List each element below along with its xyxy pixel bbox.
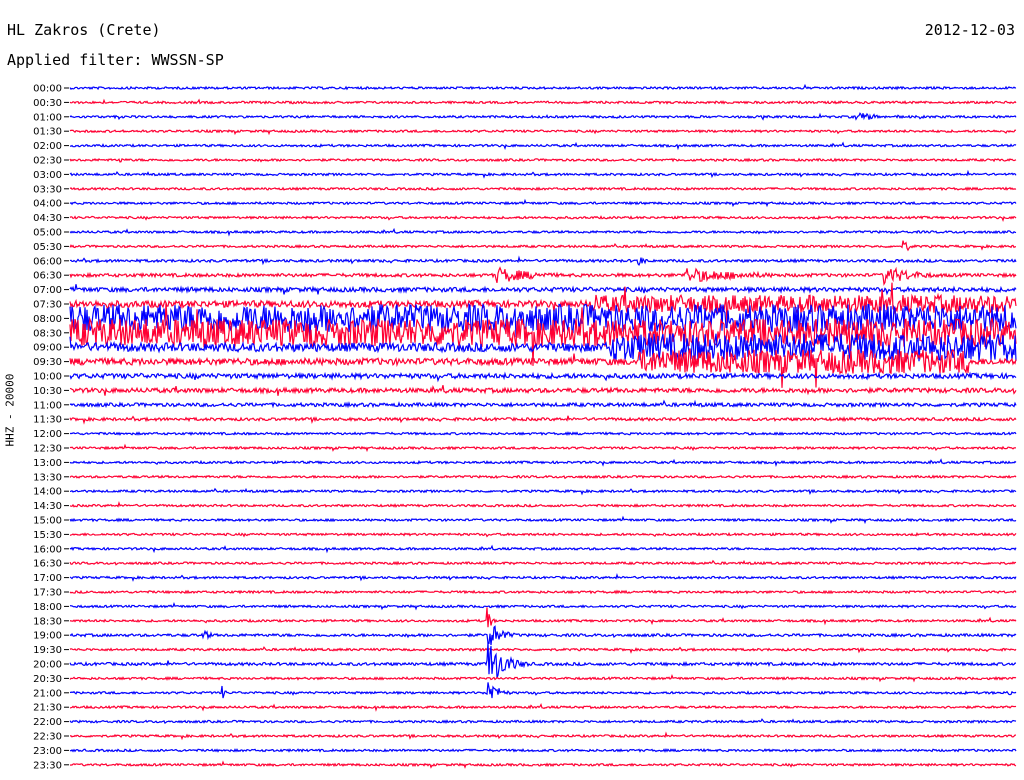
time-tick-label: 01:30 <box>33 127 62 138</box>
trace-2030 <box>69 674 1017 683</box>
trace-1800 <box>69 602 1017 611</box>
time-tick-label: 00:30 <box>33 98 62 109</box>
trace-1130 <box>69 415 1017 425</box>
time-tick-label: 02:00 <box>33 141 62 152</box>
trace-1600 <box>69 544 1017 554</box>
time-tick-label: 08:00 <box>33 314 62 325</box>
channel-axis-label-text: HHZ - 20000 <box>3 373 17 447</box>
trace-0630 <box>69 266 1017 286</box>
time-tick-label: 20:00 <box>33 660 62 671</box>
trace-1730 <box>69 589 1017 595</box>
time-tick-label: 00:00 <box>33 84 62 95</box>
time-tick-label: 06:30 <box>33 271 62 282</box>
time-tick-label: 23:30 <box>33 760 62 771</box>
trace-1300 <box>69 458 1017 468</box>
trace-1930 <box>69 646 1017 654</box>
time-tick-label: 09:30 <box>33 357 62 368</box>
time-tick-label: 14:30 <box>33 501 62 512</box>
trace-0200 <box>69 141 1017 151</box>
time-tick-label: 10:00 <box>33 372 62 383</box>
time-tick-label: 13:30 <box>33 472 62 483</box>
trace-2330 <box>69 760 1017 769</box>
trace-1500 <box>69 515 1017 525</box>
trace-0400 <box>69 198 1017 208</box>
time-tick-label: 04:00 <box>33 199 62 210</box>
trace-1430 <box>69 501 1017 508</box>
trace-0030 <box>69 98 1017 105</box>
trace-1830 <box>69 607 1017 628</box>
time-tick-label: 11:30 <box>33 415 62 426</box>
time-tick-label: 08:30 <box>33 328 62 339</box>
time-tick-label: 20:30 <box>33 674 62 685</box>
trace-1030 <box>69 385 1017 396</box>
time-tick-label: 21:00 <box>33 688 62 699</box>
time-tick-label: 06:00 <box>33 256 62 267</box>
time-tick-label: 12:00 <box>33 429 62 440</box>
trace-0430 <box>69 215 1017 222</box>
seismogram-plot: 00:00 00:30 01:00 01:30 02:00 02:30 03:00 03:30… <box>33 83 1017 771</box>
time-tick-label: 15:30 <box>33 530 62 541</box>
time-tick-label: 05:30 <box>33 242 62 253</box>
time-tick-label: 22:30 <box>33 732 62 743</box>
time-tick-label: 16:30 <box>33 559 62 570</box>
trace-2300 <box>69 747 1017 753</box>
time-tick-label: 11:00 <box>33 400 62 411</box>
time-tick-label: 21:30 <box>33 703 62 714</box>
trace-1230 <box>69 443 1017 453</box>
trace-0130 <box>69 128 1017 136</box>
time-tick-label: 10:30 <box>33 386 62 397</box>
time-tick-label: 15:00 <box>33 516 62 527</box>
time-tick-label: 04:30 <box>33 213 62 224</box>
time-tick-label: 17:30 <box>33 588 62 599</box>
trace-2000 <box>69 642 1017 678</box>
trace-1100 <box>69 399 1017 409</box>
trace-0230 <box>69 157 1017 163</box>
trace-0900 <box>69 332 1017 363</box>
time-tick-label: 02:30 <box>33 156 62 167</box>
trace-0700 <box>69 284 1017 296</box>
trace-0330 <box>69 186 1017 192</box>
time-tick-label: 19:30 <box>33 645 62 656</box>
time-tick-label: 22:00 <box>33 717 62 728</box>
trace-0600 <box>69 255 1017 267</box>
time-tick-label: 23:00 <box>33 746 62 757</box>
time-tick-label: 07:30 <box>33 300 62 311</box>
trace-2130 <box>69 703 1017 712</box>
time-tick-label: 13:00 <box>33 458 62 469</box>
time-tick-label: 18:30 <box>33 616 62 627</box>
time-tick-label: 12:30 <box>33 444 62 455</box>
time-tick-label: 07:00 <box>33 285 62 296</box>
trace-1400 <box>69 487 1017 496</box>
trace-0000 <box>69 83 1017 91</box>
time-tick-label: 19:00 <box>33 631 62 642</box>
time-tick-label: 05:00 <box>33 228 62 239</box>
trace-0530 <box>69 240 1017 252</box>
trace-1200 <box>69 431 1017 437</box>
trace-1530 <box>69 531 1017 538</box>
trace-0930 <box>69 348 1017 388</box>
time-tick-label: 03:00 <box>33 170 62 181</box>
trace-1700 <box>69 573 1017 582</box>
time-tick-label: 14:00 <box>33 487 62 498</box>
trace-0300 <box>69 169 1017 179</box>
trace-1900 <box>69 625 1017 646</box>
time-tick-label: 17:00 <box>33 573 62 584</box>
time-tick-label: 16:00 <box>33 544 62 555</box>
time-tick-label: 03:30 <box>33 184 62 195</box>
time-tick-label: 01:00 <box>33 112 62 123</box>
time-tick-label: 18:00 <box>33 602 62 613</box>
trace-2200 <box>69 718 1017 724</box>
channel-axis-label: HHZ - 20000 <box>4 374 17 447</box>
trace-0100 <box>69 112 1017 121</box>
trace-2100 <box>69 682 1017 699</box>
trace-1330 <box>69 474 1017 480</box>
time-tick-label: 09:00 <box>33 343 62 354</box>
trace-1000 <box>69 371 1017 383</box>
trace-0500 <box>69 227 1017 237</box>
trace-1630 <box>69 559 1017 566</box>
trace-2230 <box>69 731 1017 741</box>
